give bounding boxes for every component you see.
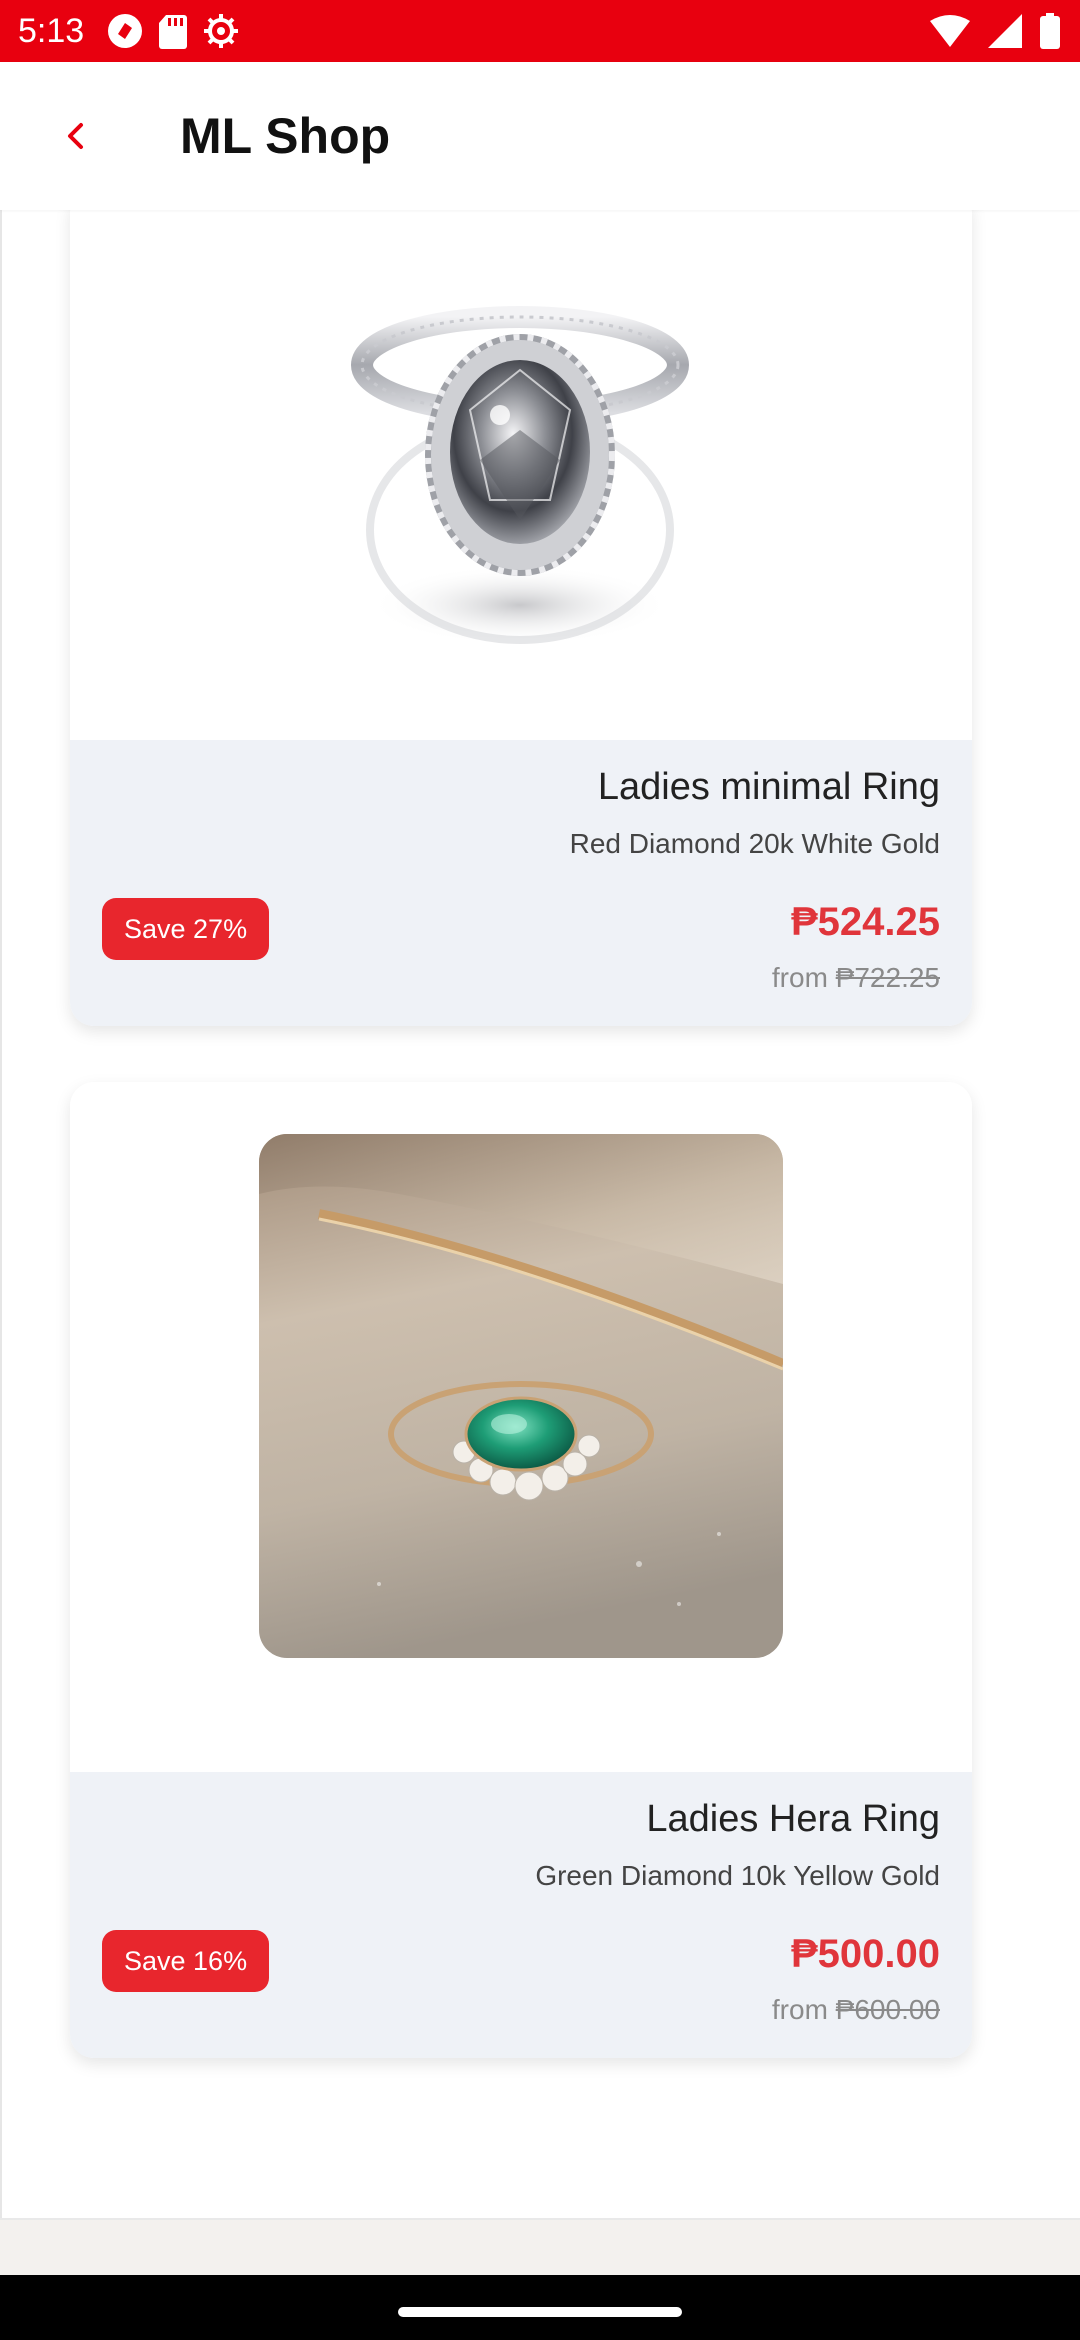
product-image[interactable]: [70, 1082, 972, 1772]
back-button[interactable]: [40, 102, 112, 174]
settings-icon: [202, 12, 240, 50]
battery-icon: [1040, 13, 1060, 49]
page-title: ML Shop: [180, 108, 391, 164]
system-navigation-bar: [0, 2275, 1080, 2340]
home-gesture-bar[interactable]: [398, 2307, 682, 2317]
chevron-left-icon: [61, 121, 91, 156]
list-divider: [0, 210, 2, 2218]
app-bar: ML Shop: [0, 62, 1080, 210]
bottom-strip: [0, 2218, 1080, 2277]
wifi-icon: [930, 15, 970, 47]
product-info: Ladies minimal Ring Red Diamond 20k Whit…: [70, 740, 972, 1026]
product-list[interactable]: Ladies minimal Ring Red Diamond 20k Whit…: [0, 210, 1080, 2218]
product-price: ₱524.25: [790, 900, 940, 944]
from-label: from: [771, 1994, 828, 2025]
original-price: ₱600.00: [835, 1994, 940, 2025]
status-bar: 5:13: [0, 0, 1080, 62]
product-info: Ladies Hera Ring Green Diamond 10k Yello…: [70, 1772, 972, 2058]
silver-ring-image: [351, 306, 689, 645]
product-image[interactable]: [70, 210, 972, 740]
product-name: Ladies minimal Ring: [597, 766, 940, 808]
product-variant: Red Diamond 20k White Gold: [569, 828, 940, 859]
product-price: ₱500.00: [790, 1932, 940, 1976]
original-price-row: from ₱600.00: [772, 1994, 940, 2026]
product-name: Ladies Hera Ring: [646, 1798, 940, 1840]
signal-icon: [988, 14, 1022, 48]
product-card[interactable]: Ladies Hera Ring Green Diamond 10k Yello…: [70, 1082, 972, 2058]
status-time: 5:13: [18, 12, 85, 50]
app-notification-icon: [106, 12, 144, 50]
original-price-row: from ₱722.25: [772, 962, 940, 994]
product-card[interactable]: Ladies minimal Ring Red Diamond 20k Whit…: [70, 210, 972, 1026]
sd-card-icon: [158, 13, 188, 49]
original-price: ₱722.25: [835, 962, 940, 993]
discount-badge: Save 27%: [102, 898, 270, 960]
green-ring-photo: [259, 1134, 783, 1658]
from-label: from: [771, 962, 828, 993]
product-variant: Green Diamond 10k Yellow Gold: [535, 1860, 940, 1891]
discount-badge: Save 16%: [102, 1930, 270, 1992]
